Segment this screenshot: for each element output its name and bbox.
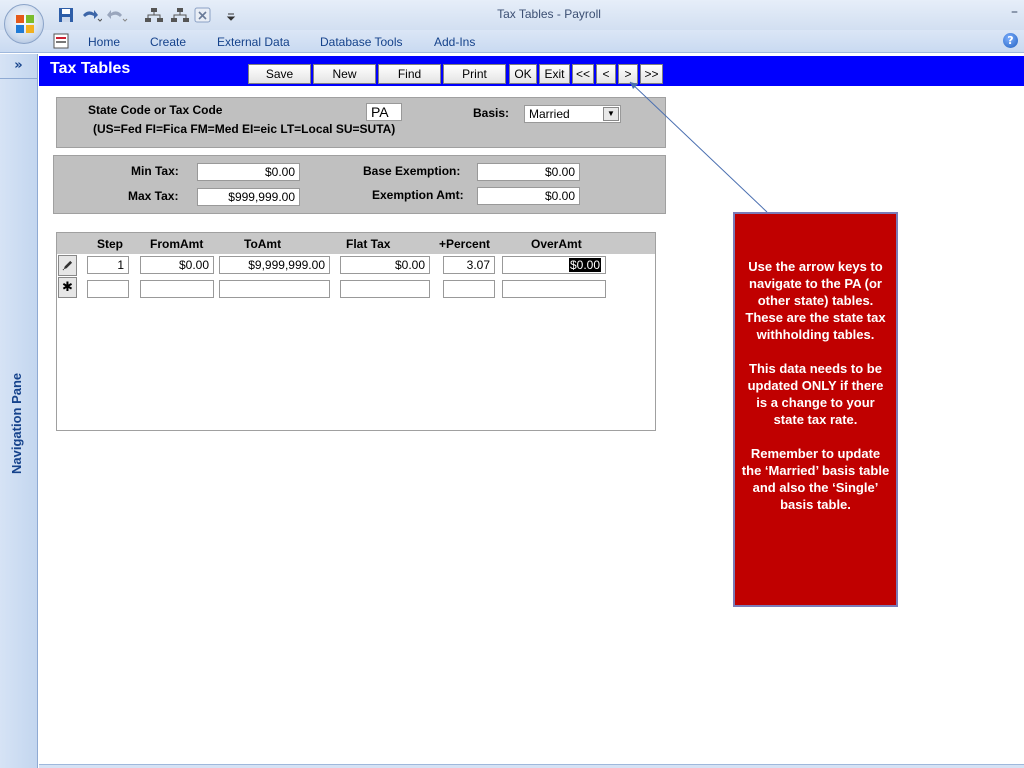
chevron-down-icon[interactable]: ▼ [603,107,619,121]
office-button[interactable] [4,4,44,44]
record-selector[interactable] [58,255,77,276]
to-amt-cell[interactable]: $9,999,999.00 [219,256,330,274]
over-amt-cell[interactable] [502,280,606,298]
from-amt-cell[interactable] [140,280,214,298]
column-header-percent: +Percent [439,237,491,251]
table-header: Step FromAmt ToAmt Flat Tax +Percent Ove… [57,233,655,254]
max-tax-label: Max Tax: [128,189,179,203]
min-tax-field[interactable]: $0.00 [197,163,300,181]
window-title: Tax Tables - Payroll [497,7,601,21]
tax-code-hint: (US=Fed FI=Fica FM=Med EI=eic LT=Local S… [93,122,396,136]
first-record-button[interactable]: << [572,64,594,84]
percent-cell[interactable] [443,280,495,298]
last-record-button[interactable]: >> [640,64,663,84]
next-record-button[interactable]: > [618,64,638,84]
exit-button[interactable]: Exit [539,64,570,84]
find-button[interactable]: Find [378,64,441,84]
basis-value: Married [529,107,570,121]
basis-label: Basis: [473,106,510,120]
tax-limits-panel: Min Tax: $0.00 Max Tax: $999,999.00 Base… [53,155,666,214]
step-cell[interactable]: 1 [87,256,129,274]
column-header-toamt: ToAmt [244,237,282,251]
from-amt-cell[interactable]: $0.00 [140,256,214,274]
navigation-pane: » Navigation Pane [0,54,38,768]
nav-pane-toggle-button[interactable]: » [0,54,37,79]
tab-database-tools[interactable]: Database Tools [320,35,403,49]
tax-table-subform: Step FromAmt ToAmt Flat Tax +Percent Ove… [56,232,656,431]
flat-tax-cell[interactable] [340,280,430,298]
tab-add-ins[interactable]: Add-Ins [434,35,475,49]
help-icon[interactable]: ? [1003,33,1018,48]
form-object-icon [53,33,69,49]
column-header-fromamt: FromAmt [150,237,204,251]
column-header-overamt: OverAmt [531,237,582,251]
to-amt-cell[interactable] [219,280,330,298]
exemption-amt-label: Exemption Amt: [372,188,464,202]
status-bar [39,764,1024,768]
print-button[interactable]: Print [443,64,506,84]
ok-button[interactable]: OK [509,64,537,84]
state-code-label: State Code or Tax Code [88,103,223,117]
new-record-selector[interactable]: ✱ [58,277,77,298]
over-amt-cell[interactable]: $0.00 [502,256,606,274]
exemption-amt-field[interactable]: $0.00 [477,187,580,205]
tax-code-panel: State Code or Tax Code (US=Fed FI=Fica F… [56,97,666,148]
base-exemption-label: Base Exemption: [363,164,461,178]
callout-paragraph: Use the arrow keys to navigate to the PA… [745,259,886,342]
basis-select[interactable]: Married ▼ [524,105,621,123]
tab-external-data[interactable]: External Data [217,35,290,49]
callout-paragraph: This data needs to be updated ONLY if th… [747,361,884,427]
save-button[interactable]: Save [248,64,311,84]
ribbon-tab-bar: Home Create External Data Database Tools… [0,30,1024,53]
minimize-button[interactable]: – [1011,4,1018,20]
office-logo-icon [16,15,34,33]
title-bar: Tax Tables - Payroll – [0,0,1024,44]
column-header-flat-tax: Flat Tax [346,237,391,251]
pencil-icon [62,260,73,271]
previous-record-button[interactable]: < [596,64,616,84]
form-title: Tax Tables [50,60,131,77]
column-header-step: Step [97,237,124,251]
percent-cell[interactable]: 3.07 [443,256,495,274]
flat-tax-cell[interactable]: $0.00 [340,256,430,274]
instruction-callout: Use the arrow keys to navigate to the PA… [733,212,898,607]
max-tax-field[interactable]: $999,999.00 [197,188,300,206]
over-amt-value: $0.00 [568,258,601,272]
tab-home[interactable]: Home [88,35,120,49]
callout-paragraph: Remember to update the ‘Married’ basis t… [741,446,890,512]
form-header: Tax Tables Save New Find Print OK Exit <… [39,56,1024,86]
base-exemption-field[interactable]: $0.00 [477,163,580,181]
state-code-field[interactable]: PA [366,103,402,121]
min-tax-label: Min Tax: [131,164,179,178]
new-button[interactable]: New [313,64,376,84]
tab-create[interactable]: Create [150,35,186,49]
step-cell[interactable] [87,280,129,298]
nav-pane-label[interactable]: Navigation Pane [9,364,24,474]
